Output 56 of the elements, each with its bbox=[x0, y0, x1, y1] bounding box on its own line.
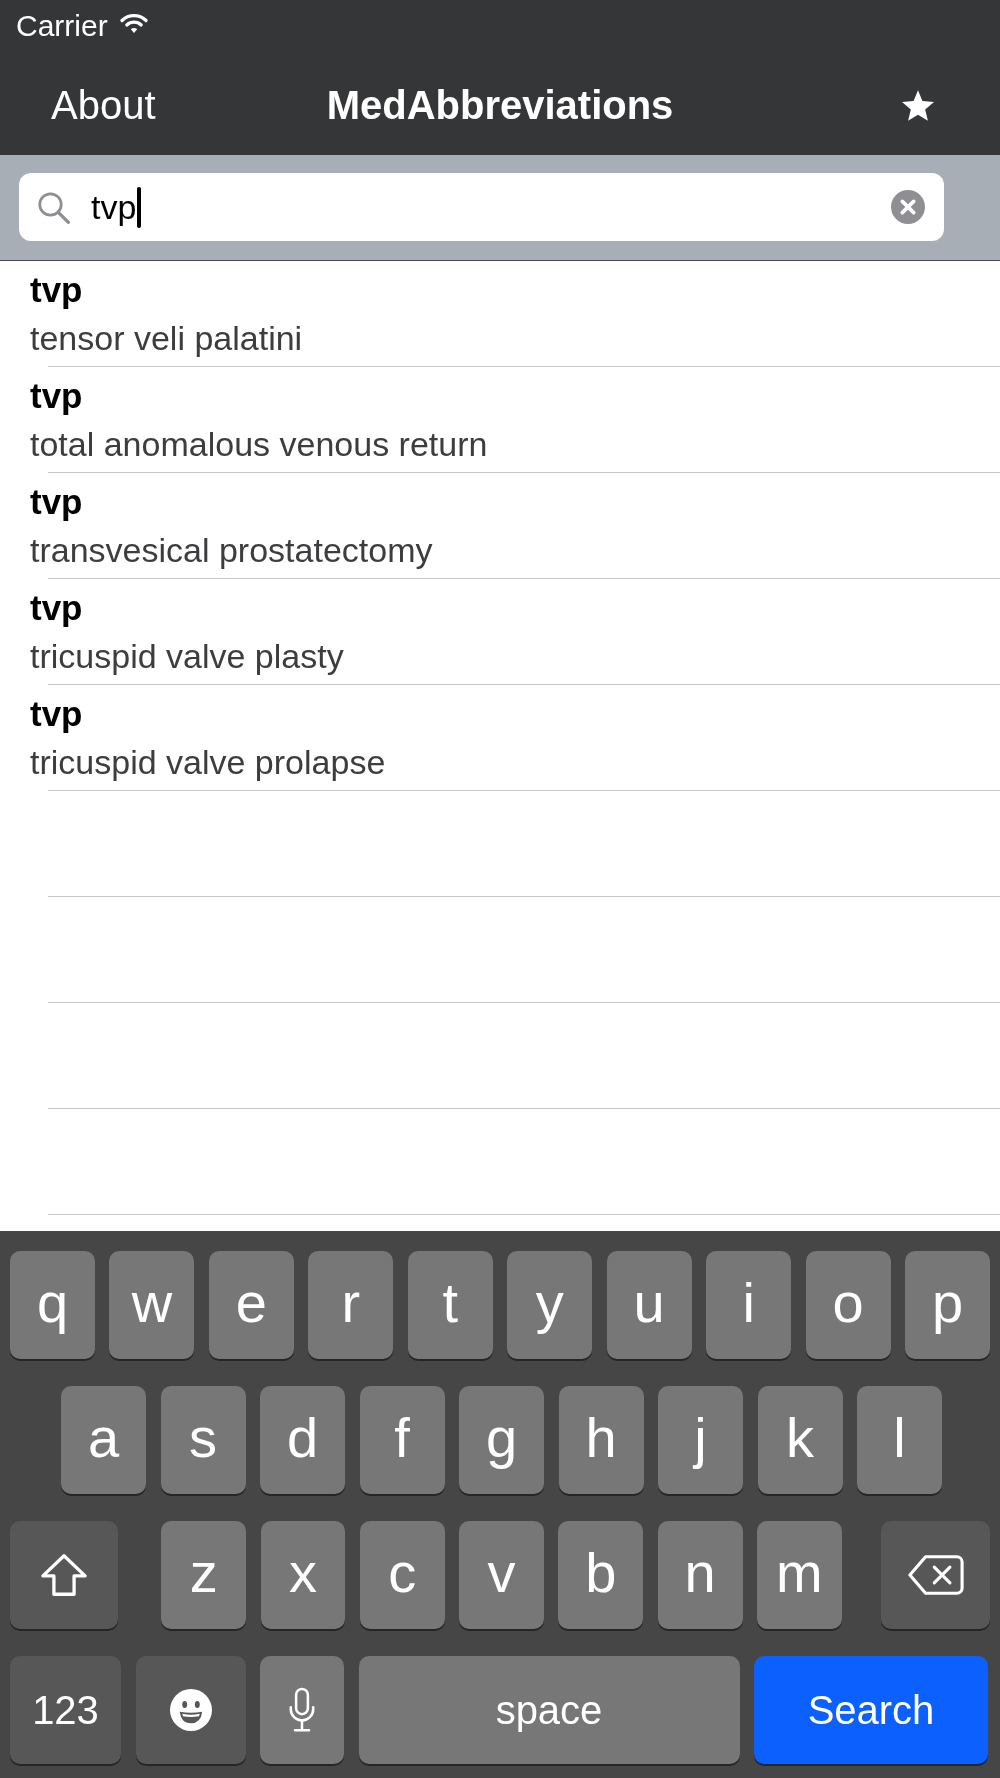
keyboard-key[interactable]: t bbox=[407, 1251, 493, 1359]
abbreviation-text: tvp bbox=[30, 588, 83, 628]
search-field[interactable]: tvp bbox=[19, 173, 944, 241]
keyboard-key[interactable]: y bbox=[507, 1251, 593, 1359]
keyboard-key[interactable]: w bbox=[109, 1251, 195, 1359]
definition-text: total anomalous venous return bbox=[30, 424, 488, 465]
numbers-key[interactable]: 123 bbox=[10, 1656, 121, 1764]
microphone-icon bbox=[288, 1687, 316, 1733]
keyboard-key[interactable]: q bbox=[10, 1251, 95, 1359]
definition-text: transvesical prostatectomy bbox=[30, 530, 433, 571]
about-button[interactable]: About bbox=[51, 82, 156, 128]
emoji-key[interactable] bbox=[135, 1656, 246, 1764]
keyboard-key[interactable]: i bbox=[706, 1251, 792, 1359]
keyboard-key[interactable]: l bbox=[857, 1386, 942, 1494]
clear-icon[interactable] bbox=[891, 190, 925, 224]
keyboard-key[interactable]: g bbox=[459, 1386, 544, 1494]
keyboard-key[interactable]: v bbox=[459, 1521, 544, 1629]
dictation-key[interactable] bbox=[260, 1656, 344, 1764]
keyboard-key[interactable]: o bbox=[805, 1251, 891, 1359]
carrier-name: Carrier bbox=[16, 8, 108, 43]
keyboard-key[interactable]: d bbox=[260, 1386, 345, 1494]
keyboard-key[interactable]: u bbox=[606, 1251, 692, 1359]
space-bar[interactable]: space bbox=[358, 1656, 740, 1764]
abbreviation-text: tvp bbox=[30, 270, 83, 310]
app-title: MedAbbreviations bbox=[326, 82, 674, 128]
delete-key[interactable] bbox=[881, 1521, 991, 1629]
star-icon[interactable] bbox=[902, 89, 934, 121]
shift-icon bbox=[39, 1553, 88, 1597]
keyboard-key[interactable]: p bbox=[905, 1251, 991, 1359]
keyboard-key[interactable]: a bbox=[61, 1386, 146, 1494]
text-cursor bbox=[137, 186, 142, 228]
backspace-icon bbox=[907, 1555, 964, 1595]
shift-key[interactable] bbox=[10, 1521, 118, 1629]
keyboard-key[interactable]: k bbox=[757, 1386, 843, 1494]
abbreviation-text: tvp bbox=[30, 482, 83, 522]
definition-text: tricuspid valve prolapse bbox=[30, 742, 386, 783]
keyboard-key[interactable]: n bbox=[657, 1521, 743, 1629]
keyboard-key[interactable]: r bbox=[308, 1251, 394, 1359]
abbreviation-text: tvp bbox=[30, 694, 83, 734]
keyboard-key[interactable]: e bbox=[208, 1251, 294, 1359]
definition-text: tensor veli palatini bbox=[30, 318, 303, 359]
keyboard-key[interactable]: c bbox=[359, 1521, 445, 1629]
keyboard-key[interactable]: z bbox=[161, 1521, 247, 1629]
keyboard-key[interactable]: m bbox=[757, 1521, 842, 1629]
wifi-icon bbox=[119, 13, 148, 34]
keyboard-key[interactable]: x bbox=[260, 1521, 346, 1629]
abbreviation-text: tvp bbox=[30, 376, 83, 416]
keyboard-key[interactable]: j bbox=[658, 1386, 743, 1494]
search-key[interactable]: Search bbox=[754, 1656, 988, 1764]
search-icon bbox=[37, 190, 70, 224]
keyboard-key[interactable]: f bbox=[359, 1386, 445, 1494]
definition-text: tricuspid valve plasty bbox=[30, 636, 344, 677]
smiley-icon bbox=[169, 1689, 212, 1731]
keyboard-key[interactable]: s bbox=[160, 1386, 246, 1494]
keyboard-key[interactable]: b bbox=[558, 1521, 644, 1629]
keyboard-key[interactable]: h bbox=[558, 1386, 644, 1494]
